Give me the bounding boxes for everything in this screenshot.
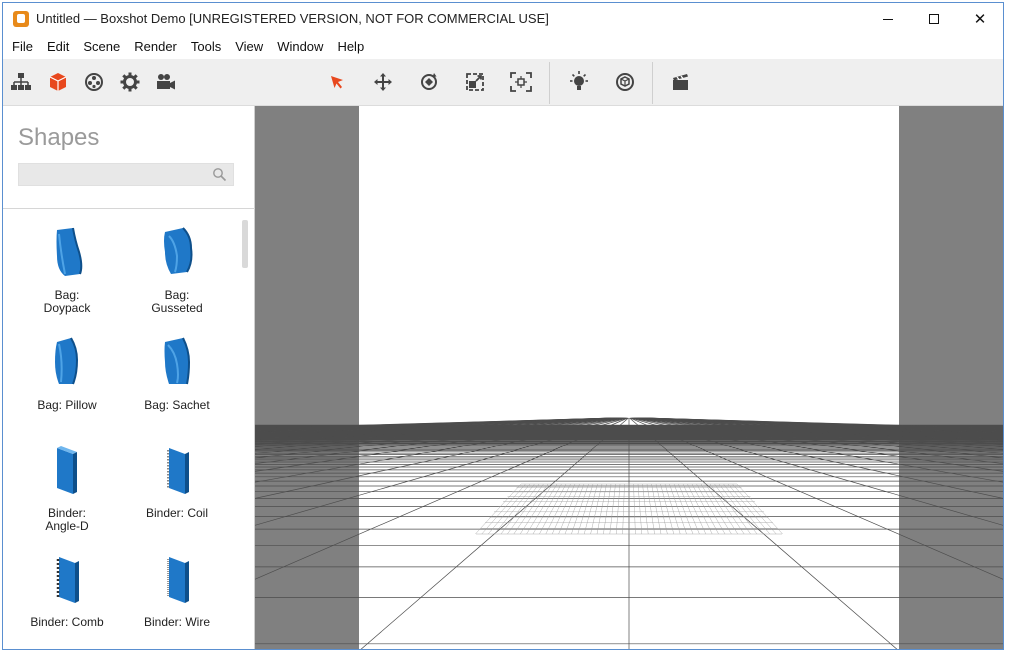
environment-icon: [616, 73, 634, 91]
shape-item-binder-wire[interactable]: Binder: Wire: [127, 553, 227, 629]
shape-item-bag-gusseted[interactable]: Bag: Gusseted: [127, 226, 227, 315]
scale-icon: [466, 73, 484, 91]
menu-edit[interactable]: Edit: [40, 35, 76, 59]
menu-help[interactable]: Help: [330, 35, 371, 59]
rotate-icon: [421, 73, 437, 90]
shape-item-binder-comb[interactable]: Binder: Comb: [17, 553, 117, 629]
camera-button[interactable]: [154, 70, 178, 94]
bag-gusseted-icon: [164, 227, 193, 274]
bag-doypack-icon: [56, 227, 83, 276]
shapes-panel: Shapes Bag: Doypack Bag: Gusseted Bag: P…: [3, 106, 255, 649]
select-tool-button[interactable]: [325, 70, 349, 94]
scale-tool-button[interactable]: [463, 70, 487, 94]
shape-label: Bag: Sachet: [144, 398, 210, 412]
shape-item-binder-coil[interactable]: Binder: Coil: [127, 444, 227, 520]
viewport-scene[interactable]: [255, 106, 1003, 650]
search-input[interactable]: [19, 164, 209, 185]
shape-label: Binder: Angle-D: [45, 506, 89, 533]
shape-item-bag-sachet[interactable]: Bag: Sachet: [127, 336, 227, 412]
shape-label: Binder: Wire: [143, 615, 211, 629]
light-button[interactable]: [567, 70, 591, 94]
shape-item-bag-doypack[interactable]: Bag: Doypack: [17, 226, 117, 315]
menu-view[interactable]: View: [228, 35, 270, 59]
binder-wire-icon: [167, 557, 189, 603]
camera-icon: [157, 74, 175, 90]
light-icon: [570, 71, 588, 90]
close-button[interactable]: ✕: [957, 3, 1003, 35]
panel-divider: [3, 208, 255, 209]
scene-tree-button[interactable]: [9, 70, 33, 94]
shape-label: Bag: Doypack: [43, 288, 91, 315]
menu-file[interactable]: File: [5, 35, 40, 59]
panel-scrollbar[interactable]: [242, 220, 248, 268]
shape-label: Bag: Pillow: [37, 398, 97, 412]
close-icon: ✕: [973, 11, 987, 28]
title-bar: Untitled — Boxshot Demo [UNREGISTERED VE…: [3, 3, 1003, 35]
shape-label: Bag: Gusseted: [151, 288, 203, 315]
toolbar: [3, 59, 1003, 106]
toolbar-separator: [652, 62, 653, 104]
shapes-button[interactable]: [46, 70, 70, 94]
minimize-icon: [883, 18, 893, 20]
shape-label: Binder: Coil: [145, 506, 209, 520]
window-title: Untitled — Boxshot Demo [UNREGISTERED VE…: [36, 11, 549, 26]
environment-button[interactable]: [613, 70, 637, 94]
move-tool-button[interactable]: [371, 70, 395, 94]
fit-tool-button[interactable]: [509, 70, 533, 94]
move-icon: [374, 73, 392, 91]
binder-coil-icon: [167, 448, 189, 494]
app-logo-icon: [13, 11, 29, 27]
binder-comb-icon: [56, 557, 79, 603]
3d-viewport[interactable]: [255, 106, 1003, 650]
menu-window[interactable]: Window: [270, 35, 330, 59]
select-icon: [331, 76, 343, 89]
search-icon[interactable]: [212, 167, 227, 182]
menu-scene[interactable]: Scene: [76, 35, 127, 59]
shape-item-bag-pillow[interactable]: Bag: Pillow: [17, 336, 117, 412]
menu-bar: File Edit Scene Render Tools View Window…: [3, 35, 1003, 59]
bag-sachet-icon: [164, 337, 191, 385]
materials-button[interactable]: [82, 70, 106, 94]
shape-label: Binder: Comb: [30, 615, 104, 629]
maximize-button[interactable]: [911, 3, 957, 35]
settings-icon: [120, 72, 140, 92]
render-clapper-icon: [673, 74, 688, 90]
maximize-icon: [929, 14, 939, 24]
menu-tools[interactable]: Tools: [184, 35, 228, 59]
shapes-icon: [49, 73, 67, 91]
app-window: Untitled — Boxshot Demo [UNREGISTERED VE…: [2, 2, 1004, 650]
bag-pillow-icon: [55, 337, 79, 385]
search-box: [18, 163, 234, 186]
shape-item-binder-angle-d[interactable]: Binder: Angle-D: [17, 444, 117, 533]
toolbar-separator: [549, 62, 550, 104]
fit-icon: [510, 72, 532, 92]
binder-angle-d-icon: [57, 446, 77, 494]
minimize-button[interactable]: [865, 3, 911, 35]
panel-title: Shapes: [18, 124, 100, 151]
menu-render[interactable]: Render: [127, 35, 184, 59]
materials-icon: [85, 73, 103, 91]
scene-tree-icon: [11, 73, 31, 90]
render-button[interactable]: [669, 70, 693, 94]
rotate-tool-button[interactable]: [417, 70, 441, 94]
settings-button[interactable]: [118, 70, 142, 94]
